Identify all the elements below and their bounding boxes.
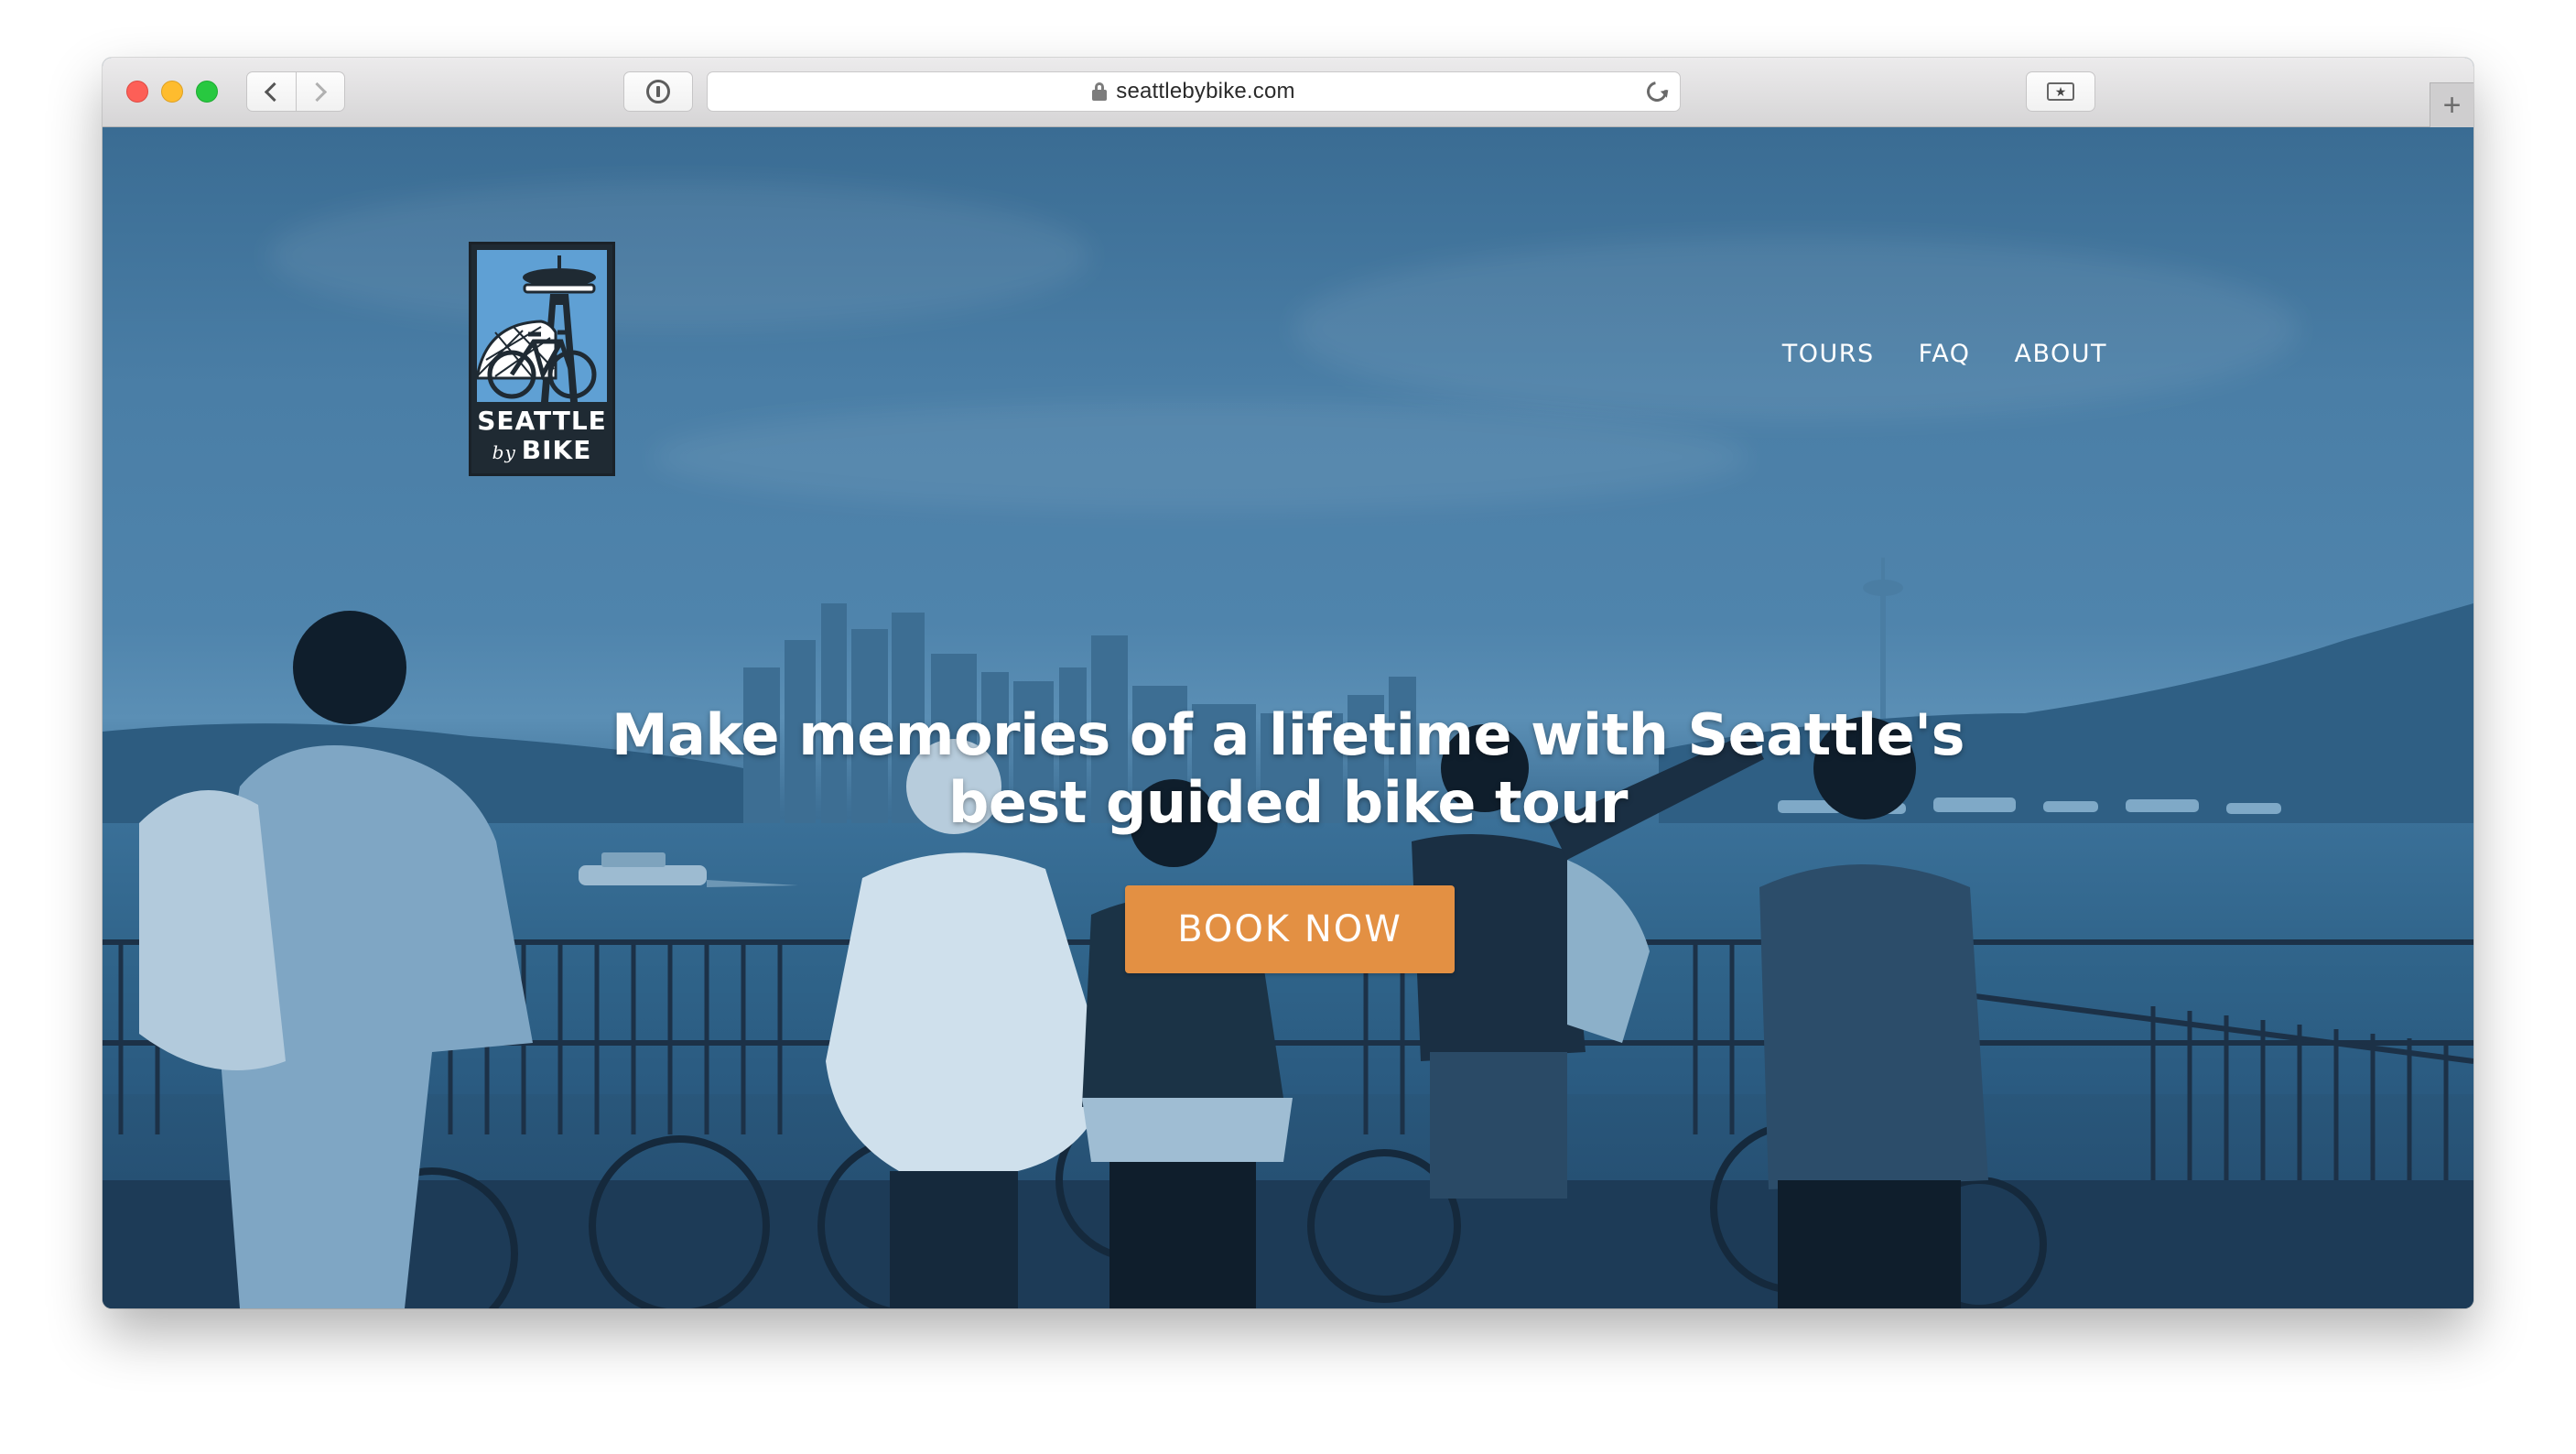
forward-chevron-icon	[308, 81, 328, 102]
reader-button[interactable]	[623, 71, 693, 112]
logo-text-seattle: SEATTLE	[477, 406, 607, 436]
site-logo[interactable]: SEATTLE by BIKE	[469, 242, 615, 476]
lock-icon	[1092, 82, 1108, 101]
minimize-window-button[interactable]	[161, 81, 183, 103]
book-now-button[interactable]: BOOK NOW	[1125, 885, 1455, 973]
hero-headline-line-1: Make memories of a lifetime with Seattle…	[611, 701, 1965, 768]
history-navigation	[246, 71, 345, 112]
share-button[interactable]: ★	[2026, 71, 2095, 112]
hero-section: SEATTLE by BIKE TOURS FAQ ABOUT Make memo…	[103, 127, 2473, 1308]
logo-artwork	[477, 250, 607, 402]
browser-toolbar: seattlebybike.com ★ +	[103, 58, 2473, 127]
forward-button[interactable]	[295, 72, 345, 111]
browser-window: seattlebybike.com ★ + SEATTLE by BIKE TO…	[103, 58, 2473, 1308]
hero-headline: Make memories of a lifetime with Seattle…	[103, 701, 2473, 837]
back-button[interactable]	[247, 72, 296, 111]
share-icon: ★	[2047, 82, 2074, 101]
new-tab-plus-icon[interactable]: +	[2430, 82, 2473, 127]
main-navigation: TOURS FAQ ABOUT	[1782, 340, 2107, 368]
logo-text-by: by	[492, 441, 516, 463]
logo-text-by-bike: by BIKE	[471, 435, 612, 465]
nav-link-about[interactable]: ABOUT	[2014, 340, 2107, 368]
logo-text-bike: BIKE	[521, 435, 592, 465]
address-bar[interactable]: seattlebybike.com	[707, 71, 1681, 112]
back-chevron-icon	[264, 81, 284, 102]
nav-link-faq[interactable]: FAQ	[1919, 340, 1971, 368]
reader-icon	[646, 80, 670, 103]
url-text: seattlebybike.com	[1116, 79, 1295, 103]
nav-link-tours[interactable]: TOURS	[1782, 340, 1875, 368]
zoom-window-button[interactable]	[196, 81, 218, 103]
close-window-button[interactable]	[126, 81, 148, 103]
hero-headline-line-2: best guided bike tour	[947, 769, 1629, 836]
